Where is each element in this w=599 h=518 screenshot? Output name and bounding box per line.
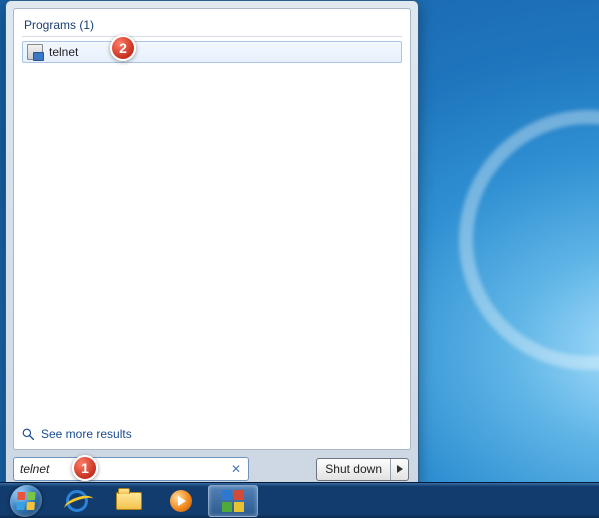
start-menu-bottom-row: ✕ Shut down bbox=[13, 457, 411, 481]
clear-search-icon[interactable]: ✕ bbox=[228, 461, 244, 477]
taskbar-media-player[interactable] bbox=[156, 485, 206, 517]
shutdown-button[interactable]: Shut down bbox=[316, 458, 409, 481]
search-box[interactable]: ✕ bbox=[13, 457, 249, 481]
desktop-background-swirl bbox=[459, 110, 599, 370]
start-button[interactable] bbox=[2, 484, 50, 518]
app-icon bbox=[222, 490, 244, 512]
search-results-panel: Programs (1) telnet See more results bbox=[13, 8, 411, 450]
shutdown-label: Shut down bbox=[317, 459, 390, 480]
search-result-label: telnet bbox=[49, 45, 78, 59]
windows-logo-icon bbox=[9, 485, 43, 517]
folder-icon bbox=[116, 492, 142, 510]
see-more-label: See more results bbox=[41, 427, 132, 441]
section-header-programs: Programs (1) bbox=[22, 15, 402, 37]
see-more-results-link[interactable]: See more results bbox=[22, 427, 132, 441]
media-player-icon bbox=[170, 490, 192, 512]
taskbar-internet-explorer[interactable] bbox=[52, 485, 102, 517]
search-result-row[interactable]: telnet bbox=[22, 41, 402, 63]
internet-explorer-icon bbox=[66, 490, 88, 512]
start-menu: Programs (1) telnet See more results ✕ S… bbox=[5, 0, 419, 489]
shutdown-options-arrow[interactable] bbox=[390, 459, 408, 480]
taskbar-file-explorer[interactable] bbox=[104, 485, 154, 517]
taskbar-active-app[interactable] bbox=[208, 485, 258, 517]
telnet-icon bbox=[27, 44, 43, 60]
taskbar bbox=[0, 482, 599, 518]
search-input[interactable] bbox=[20, 462, 228, 476]
search-icon bbox=[22, 428, 35, 441]
